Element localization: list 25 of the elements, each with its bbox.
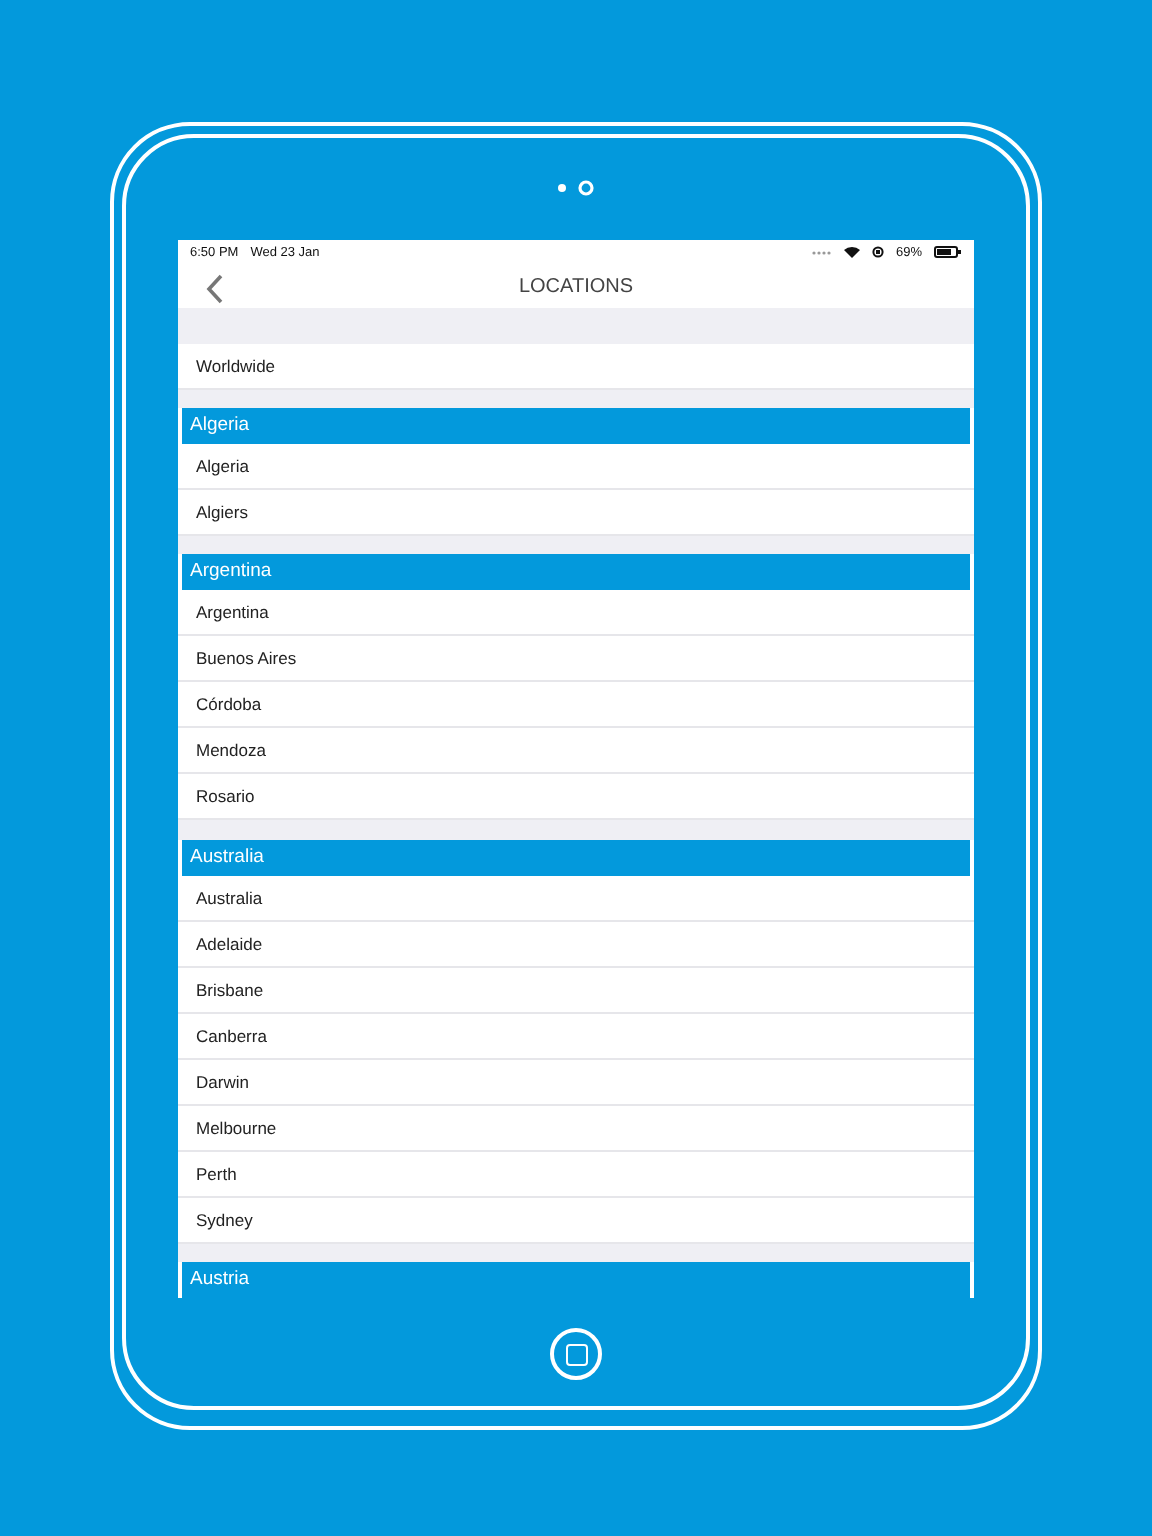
section-header: Austria [182, 1261, 970, 1298]
section-header: Australia [182, 839, 970, 876]
location-item[interactable]: Algeria [178, 444, 974, 491]
location-item[interactable]: Perth [178, 1151, 974, 1198]
location-item[interactable]: Mendoza [178, 728, 974, 775]
location-item[interactable]: Córdoba [178, 682, 974, 729]
location-item[interactable]: Adelaide [178, 921, 974, 968]
location-item[interactable]: Argentina [178, 590, 974, 637]
location-item[interactable]: Australia [178, 875, 974, 922]
camera-icon [578, 180, 594, 196]
location-item[interactable]: Buenos Aires [178, 636, 974, 683]
back-icon[interactable] [206, 273, 224, 304]
location-item[interactable]: Brisbane [178, 967, 974, 1014]
signal-icon [811, 249, 832, 256]
section-header: Argentina [182, 554, 970, 591]
wifi-icon [843, 246, 860, 259]
location-item[interactable]: Melbourne [178, 1105, 974, 1152]
location-item[interactable]: Darwin [178, 1059, 974, 1106]
screen-title: LOCATIONS [518, 276, 634, 299]
sensor-icon [558, 184, 566, 192]
section-header: Algeria [182, 408, 970, 445]
location-item[interactable]: Canberra [178, 1013, 974, 1060]
rotation-lock-icon [871, 246, 884, 259]
battery-icon [934, 246, 962, 259]
home-button[interactable] [550, 1328, 602, 1380]
